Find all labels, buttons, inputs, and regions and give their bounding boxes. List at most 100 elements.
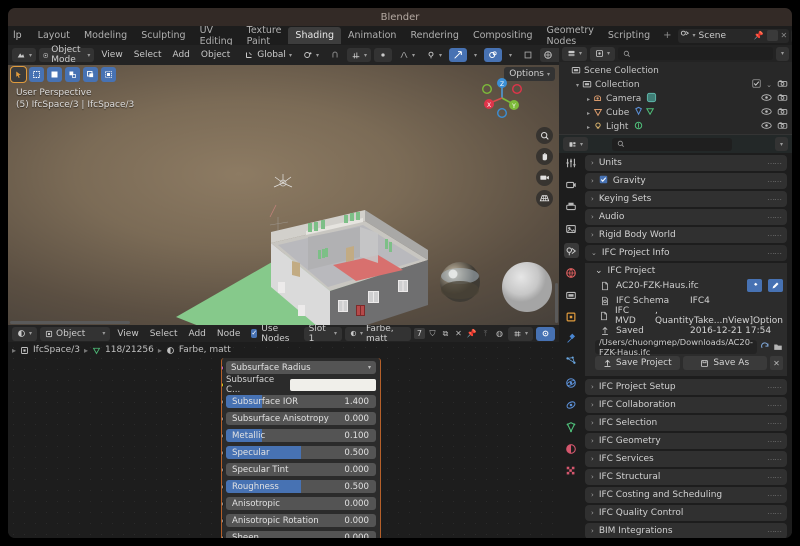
socket-subsurface-ior[interactable] [222,398,224,405]
camera-view-icon[interactable] [536,169,553,186]
transform-orientation-selector[interactable]: Global ▾ [240,48,296,62]
socket-anisotropic-rotation[interactable] [222,517,224,524]
gizmo-options-dropdown[interactable]: ▾ [470,48,481,62]
viewport-gizmos-dropdown[interactable]: ▾ [422,48,446,62]
socket-metallic[interactable] [222,432,224,439]
constraint-icon[interactable] [564,397,579,412]
node-slider-metallic[interactable]: Metallic 0.100 [226,429,376,442]
snap-node-selector[interactable]: ▾ [507,326,533,341]
shader-menu-node[interactable]: Node [213,329,245,339]
pin-icon[interactable]: 📌 [754,31,764,40]
outliner-eye-icon[interactable] [761,93,772,105]
outliner-datablock-icons[interactable] [646,92,657,106]
shader-editor-type-selector[interactable]: ▾ [12,326,38,341]
folder-icon[interactable] [773,342,783,353]
outliner-expand-icon[interactable]: ▾ [573,82,582,89]
shader-menu-view[interactable]: View [113,329,142,339]
workspace-tab-sculpting[interactable]: Sculpting [134,27,192,44]
proportional-falloff-selector[interactable]: ▾ [395,48,419,62]
object-data-icon[interactable] [564,419,579,434]
save-project-button[interactable]: Save Project [595,356,680,370]
material-properties-icon[interactable] [564,441,579,456]
node-slider-specular-tint[interactable]: Specular Tint 0.000 [226,463,376,476]
outliner-row-light[interactable]: ▸ Light [559,120,792,134]
reload-icon[interactable] [760,342,770,353]
subsurface-radius-dropdown[interactable]: Subsurface Radius ▾ [226,361,376,374]
properties-panels[interactable]: › Units ⋯⋯ › Gravity ⋯⋯ › Keying Sets ⋯⋯ › Audio ⋯⋯… [583,135,792,538]
tool-icon[interactable] [564,155,579,170]
viewport-scrollbar-horizontal[interactable] [10,321,130,324]
panel-ifc-costing-and-scheduling[interactable]: › IFC Costing and Scheduling ⋯⋯ [585,487,787,503]
workspace-tab-layout[interactable]: Layout [31,27,77,44]
scene-icon[interactable] [563,243,579,258]
shading-wireframe-button[interactable] [540,48,556,62]
outliner-row-camera[interactable]: ▸ Camera [559,92,792,106]
outliner-eye-icon[interactable] [761,121,772,133]
select-box-intersect-icon[interactable] [83,67,98,82]
snap-magnet-icon[interactable] [326,48,344,62]
select-box-icon[interactable] [29,67,44,82]
panel-ifc-project-setup[interactable]: › IFC Project Setup ⋯⋯ [585,379,787,395]
breadcrumb-object[interactable]: IfcSpace/3 [33,345,80,355]
collection-properties-icon[interactable] [564,287,579,302]
shader-menu-select[interactable]: Select [146,329,182,339]
node-overlay-icon[interactable]: ◍ [494,328,505,339]
material-slot-selector[interactable]: Slot 1 ▾ [303,324,343,344]
subsurface-color-swatch[interactable] [290,378,376,391]
node-slider-specular[interactable]: Specular 0.500 [226,446,376,459]
editor-type-selector[interactable]: ▾ [12,48,37,62]
panel-units[interactable]: › Units ⋯⋯ [585,155,787,171]
material-users-count[interactable]: 7 [413,328,425,339]
tweak-tool-icon[interactable] [10,66,27,83]
render-icon[interactable] [564,177,579,192]
socket-specular[interactable] [222,449,224,456]
outliner-checkbox[interactable] [752,79,761,91]
node-slider-roughness[interactable]: Roughness 0.500 [226,480,376,493]
panel-ifc-geometry[interactable]: › IFC Geometry ⋯⋯ [585,433,787,449]
socket-sheen[interactable] [222,534,224,538]
toggle-perspective-icon[interactable] [536,190,553,207]
physics-icon[interactable] [564,375,579,390]
properties-options-dropdown[interactable]: ▾ [774,137,788,151]
pin-id-icon[interactable]: 📌 [466,328,477,339]
viewport-scrollbar-vertical[interactable] [555,283,558,323]
workspace-tab-shading[interactable]: Shading [288,27,342,44]
workspace-tab-compositing[interactable]: Compositing [466,27,540,44]
workspace-tab-scripting[interactable]: Scripting [601,27,657,44]
panel-checkbox[interactable] [599,175,608,187]
object-properties-icon[interactable] [564,309,579,324]
outliner-expand-icon[interactable]: ▸ [584,124,593,131]
ifc-wrench-button[interactable] [747,279,762,292]
show-gizmo-toggle[interactable] [449,48,468,62]
material-selector[interactable]: ▾ Farbe, matt [345,324,411,344]
socket-subsurface-radius[interactable] [222,364,224,371]
breadcrumb-material[interactable]: Farbe, matt [179,345,231,355]
output-icon[interactable] [564,199,579,214]
select-box-subtract-icon[interactable] [65,67,80,82]
workspace-tab-animation[interactable]: Animation [341,27,403,44]
node-slider-anisotropic[interactable]: Anisotropic 0.000 [226,497,376,510]
viewlayer-selector[interactable]: ▾ ViewLayer ✕ [791,28,792,43]
app-menu-help[interactable]: lp [10,30,25,41]
shader-menu-add[interactable]: Add [184,329,209,339]
overlay-options-dropdown[interactable]: ▾ [505,48,516,62]
outliner-render-camera-icon[interactable] [777,121,788,133]
panel-audio[interactable]: › Audio ⋯⋯ [585,209,787,225]
outliner-filter-dropdown[interactable]: ▾ [775,46,789,61]
texture-icon[interactable] [564,463,579,478]
outliner-display-mode-selector[interactable]: ▾ [590,46,616,61]
outliner-render-camera-icon[interactable] [777,79,788,91]
socket-roughness[interactable] [222,483,224,490]
shader-type-selector[interactable]: Object ▾ [40,326,111,341]
particles-icon[interactable] [564,353,579,368]
new-material-copy-icon[interactable]: ⧉ [440,328,451,339]
save-as-button[interactable]: Save As [682,356,767,370]
panel-ifc-collaboration[interactable]: › IFC Collaboration ⋯⋯ [585,397,787,413]
panel-rigid-body-world[interactable]: › Rigid Body World ⋯⋯ [585,227,787,243]
object-mode-selector[interactable]: Object Mode ▾ [39,45,95,65]
remove-scene-icon[interactable]: ✕ [781,31,788,40]
panel-ifc-project-info[interactable]: ⌄ IFC Project Info ⋯⋯ [585,245,787,261]
breadcrumb-mesh[interactable]: 118/21256 [105,345,154,355]
add-workspace-button[interactable]: + [657,30,677,41]
new-scene-icon[interactable] [766,30,778,41]
